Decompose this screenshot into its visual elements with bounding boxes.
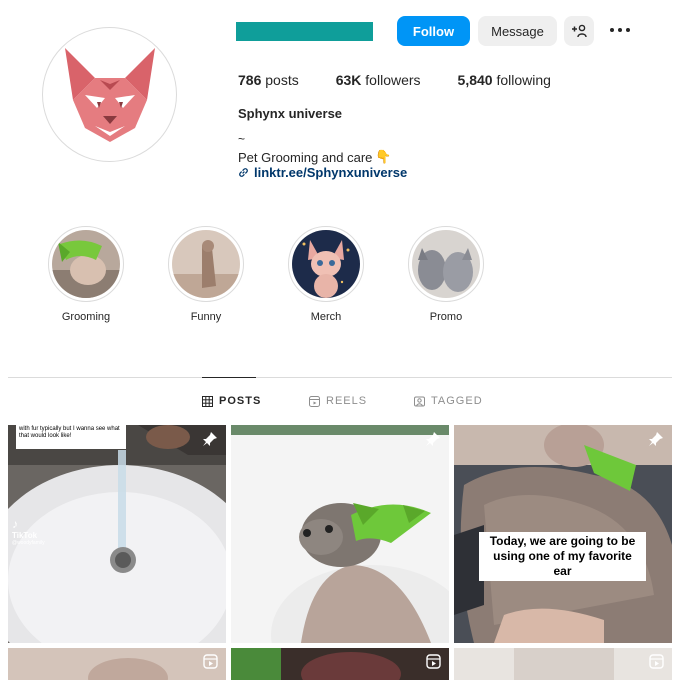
- bio-text: Pet Grooming and care: [238, 149, 373, 165]
- post-image: [231, 648, 449, 680]
- profile-link[interactable]: linktr.ee/Sphynxuniverse: [238, 165, 407, 180]
- post-image: [231, 425, 449, 643]
- following-value: 5,840: [457, 72, 493, 88]
- add-person-icon: [572, 24, 587, 38]
- tab-posts[interactable]: POSTS: [202, 395, 261, 407]
- followers-count[interactable]: 63K followers: [336, 72, 421, 88]
- post-tile[interactable]: [231, 648, 449, 680]
- cat-logo-icon: [64, 47, 155, 142]
- highlight-promo[interactable]: Promo: [408, 226, 484, 323]
- active-tab-indicator: [202, 377, 256, 378]
- posts-value: 786: [238, 72, 262, 88]
- profile-stats: 786 posts 63K followers 5,840 following: [238, 72, 588, 88]
- grid-icon: [202, 395, 213, 407]
- post-image: [8, 648, 226, 680]
- reels-icon: [426, 654, 441, 669]
- post-image: [454, 648, 672, 680]
- tiktok-watermark: ♪ TikTok @woodyfamily: [12, 517, 45, 546]
- tab-label: TAGGED: [431, 395, 483, 407]
- link-text: linktr.ee/Sphynxuniverse: [254, 165, 408, 180]
- pin-icon: [649, 432, 663, 446]
- tab-label: POSTS: [219, 395, 262, 407]
- tiktok-icon: ♪: [12, 517, 18, 531]
- tab-reels[interactable]: REELS: [309, 395, 367, 407]
- follow-button[interactable]: Follow: [397, 16, 470, 46]
- highlight-grooming[interactable]: Grooming: [48, 226, 124, 323]
- tabs-divider: [8, 377, 672, 378]
- message-button[interactable]: Message: [478, 16, 557, 46]
- profile-avatar[interactable]: [42, 27, 177, 162]
- add-user-button[interactable]: [564, 16, 594, 46]
- tiktok-label: TikTok: [12, 531, 38, 540]
- more-options-icon[interactable]: [610, 28, 630, 32]
- highlight-funny[interactable]: Funny: [168, 226, 244, 323]
- post-tile[interactable]: [231, 425, 449, 643]
- highlight-label: Grooming: [61, 311, 111, 323]
- posts-label: posts: [265, 72, 299, 88]
- bio-line-1: ~: [238, 132, 246, 146]
- highlight-cover-image: [412, 230, 480, 298]
- post-tile[interactable]: Today, we are going to be using one of m…: [454, 425, 672, 643]
- post-tile[interactable]: with fur typically but I wanna see what …: [8, 425, 226, 643]
- post-caption: with fur typically but I wanna see what …: [16, 425, 126, 449]
- highlight-label: Promo: [429, 311, 463, 323]
- following-count[interactable]: 5,840 following: [458, 72, 551, 88]
- story-highlights: Grooming Funny Merch Promo: [48, 226, 488, 336]
- highlight-label: Merch: [310, 311, 342, 323]
- tiktok-user: @woodyfamily: [12, 540, 45, 546]
- post-caption: Today, we are going to be using one of m…: [479, 532, 646, 581]
- highlight-cover-image: [172, 230, 240, 298]
- followers-value: 63K: [335, 72, 362, 88]
- highlight-label: Funny: [190, 311, 222, 323]
- post-tile[interactable]: [454, 648, 672, 680]
- link-icon: [239, 168, 248, 177]
- pointing-down-emoji-icon: 👇: [375, 149, 392, 164]
- highlight-cover-image: [292, 230, 360, 298]
- profile-full-name: Sphynx universe: [238, 106, 343, 121]
- tab-label: REELS: [326, 395, 368, 407]
- username-redacted: [236, 22, 373, 41]
- highlight-cover-image: [52, 230, 120, 298]
- reels-icon: [649, 654, 664, 669]
- tagged-icon: [414, 396, 425, 406]
- tab-tagged[interactable]: TAGGED: [414, 395, 483, 407]
- pin-icon: [203, 432, 217, 446]
- following-label: following: [496, 72, 551, 88]
- posts-count[interactable]: 786 posts: [238, 72, 299, 88]
- post-tile[interactable]: [8, 648, 226, 680]
- reels-icon: [309, 395, 320, 407]
- reels-icon: [203, 654, 218, 669]
- highlight-merch[interactable]: Merch: [288, 226, 364, 323]
- followers-label: followers: [365, 72, 421, 88]
- bio-line-2: Pet Grooming and care 👇: [238, 149, 392, 165]
- pin-icon: [426, 432, 440, 446]
